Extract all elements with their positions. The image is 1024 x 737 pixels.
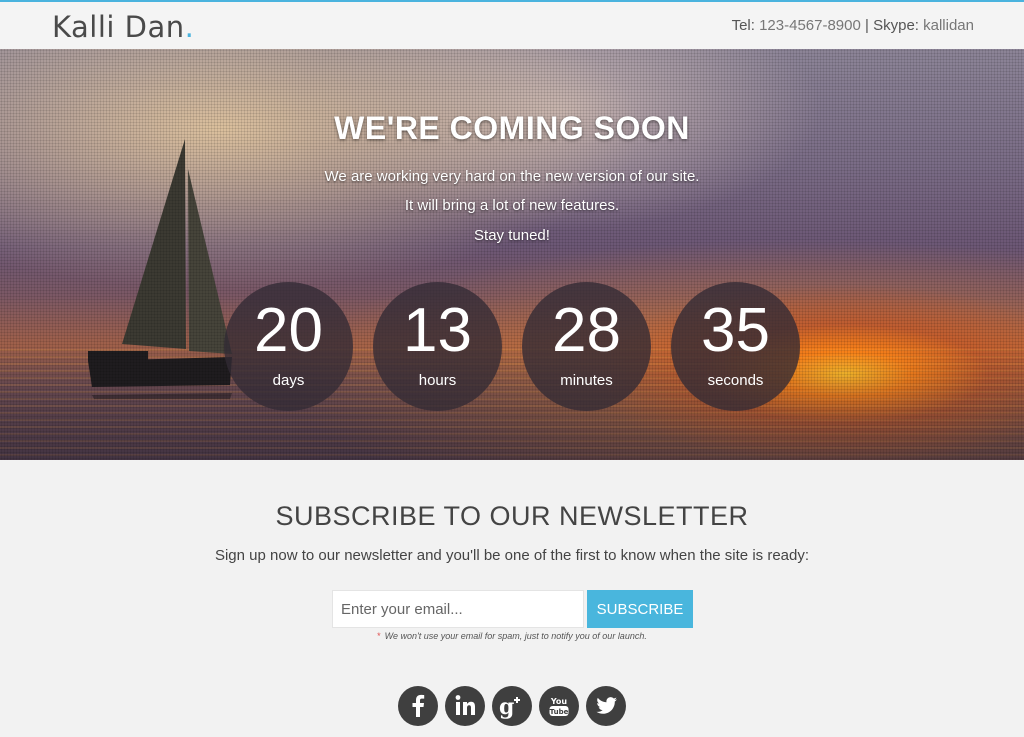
tel-value: 123-4567-8900 — [759, 17, 861, 34]
countdown-minutes-value: 28 — [552, 296, 621, 365]
svg-text:Tube: Tube — [550, 708, 569, 716]
hero-line-3: Stay tuned! — [474, 227, 550, 244]
email-input[interactable] — [332, 590, 584, 628]
skype-label: Skype: — [873, 17, 919, 34]
contact-info: Tel: 123-4567-8900 | Skype: kallidan — [732, 17, 974, 34]
countdown-seconds-label: seconds — [707, 372, 764, 389]
newsletter-title: SUBSCRIBE TO OUR NEWSLETTER — [275, 501, 749, 531]
hero-line-2: It will bring a lot of new features. — [404, 197, 620, 214]
svg-text:You: You — [550, 697, 568, 706]
hero-line-1: We are working very hard on the new vers… — [324, 168, 700, 185]
twitter-icon[interactable] — [586, 686, 626, 726]
facebook-icon[interactable] — [398, 686, 438, 726]
svg-text:g: g — [499, 694, 514, 720]
newsletter-description: Sign up now to our newsletter and you'll… — [214, 547, 810, 564]
note-asterisk: * — [377, 631, 381, 641]
subscribe-button[interactable]: SUBSCRIBE — [587, 590, 693, 628]
coming-soon-title: WE'RE COMING SOON — [334, 110, 690, 146]
logo-dot: . — [184, 10, 195, 44]
contact-separator: | — [865, 17, 869, 34]
countdown-hours-label: hours — [418, 372, 457, 389]
google-plus-icon[interactable]: g — [492, 686, 532, 726]
countdown-hours-value: 13 — [403, 296, 472, 365]
linkedin-icon[interactable] — [445, 686, 485, 726]
countdown-days-value: 20 — [254, 296, 323, 365]
logo[interactable]: Kalli Dan. — [52, 10, 194, 44]
site-header: Kalli Dan. Tel: 123-4567-8900 | Skype: k… — [0, 2, 1024, 49]
hero-banner: WE'RE COMING SOON We are working very ha… — [0, 49, 1024, 460]
youtube-icon[interactable]: You Tube — [539, 686, 579, 726]
logo-text: Kalli Dan — [52, 10, 185, 44]
tel-label: Tel: — [731, 17, 755, 34]
countdown-hours: 13 hours — [373, 282, 502, 411]
countdown-minutes: 28 minutes — [522, 282, 651, 411]
privacy-note: * We won't use your email for spam, just … — [0, 631, 1024, 641]
countdown-seconds: 35 seconds — [671, 282, 800, 411]
note-text: We won't use your email for spam, just t… — [384, 631, 647, 641]
countdown-minutes-label: minutes — [560, 372, 613, 389]
countdown-days-label: days — [272, 372, 305, 389]
countdown-seconds-value: 35 — [701, 296, 770, 365]
skype-value: kallidan — [923, 17, 974, 34]
countdown-days: 20 days — [224, 282, 353, 411]
